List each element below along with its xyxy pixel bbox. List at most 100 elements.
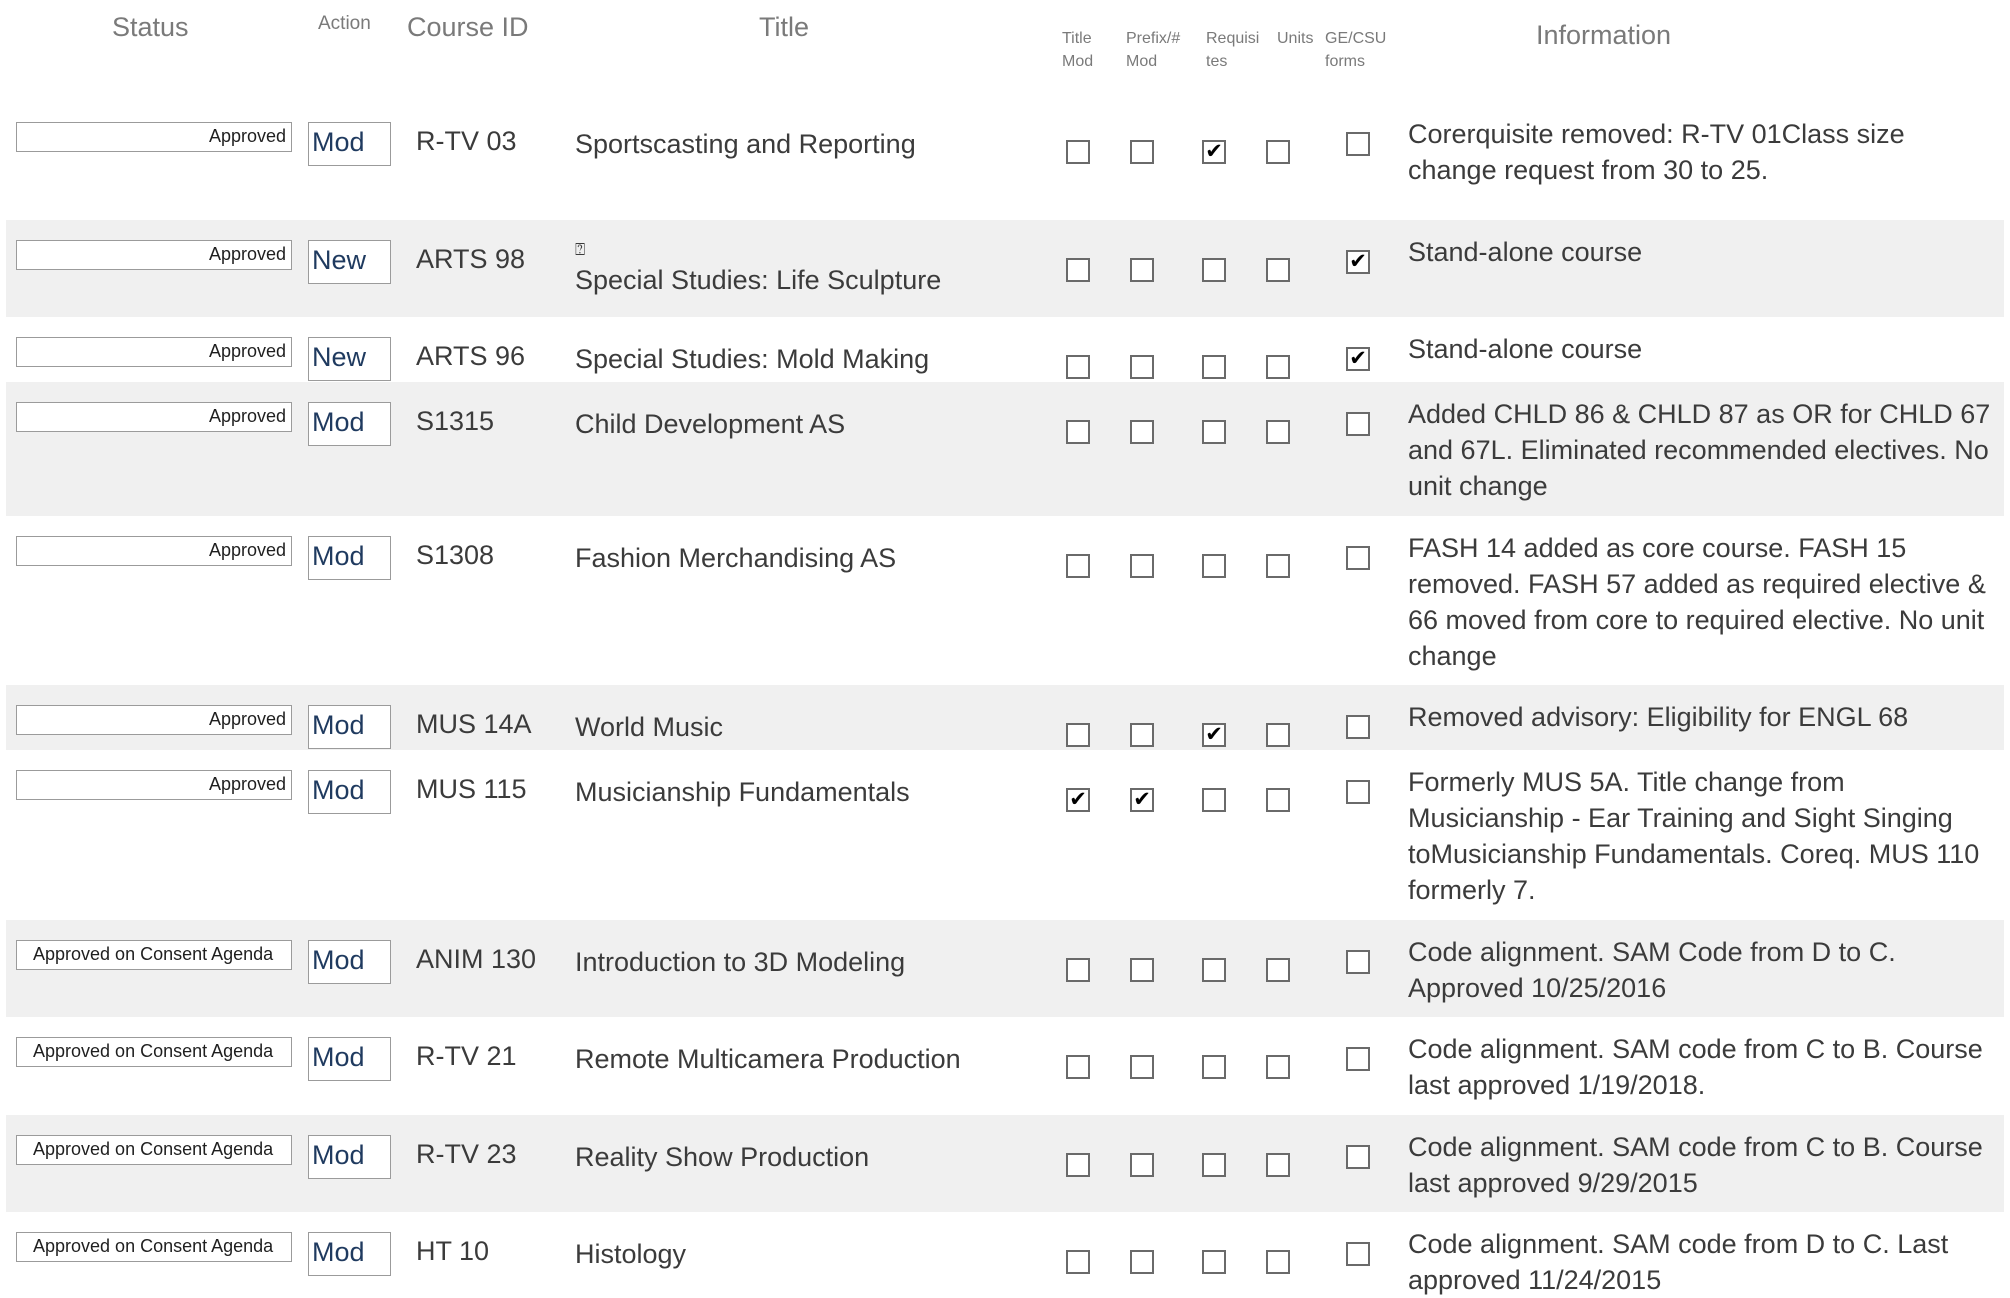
title-mod-checkbox[interactable] <box>1066 1153 1090 1177</box>
units-checkbox[interactable] <box>1266 554 1290 578</box>
requisites-checkbox[interactable] <box>1202 1055 1226 1079</box>
units-checkbox[interactable] <box>1266 420 1290 444</box>
ge-csu-forms-checkbox[interactable] <box>1346 1047 1370 1071</box>
status-field[interactable]: Approved <box>16 536 292 566</box>
title-mod-checkbox[interactable] <box>1066 258 1090 282</box>
prefix-mod-checkbox[interactable] <box>1130 723 1154 747</box>
action-field[interactable]: New <box>308 337 391 381</box>
action-field[interactable]: Mod <box>308 536 391 580</box>
course-id: S1308 <box>416 540 495 570</box>
course-title-cell: Special Studies: Mold Making <box>575 341 929 377</box>
prefix-mod-checkbox[interactable] <box>1130 958 1154 982</box>
units-checkbox[interactable] <box>1266 258 1290 282</box>
prefix-mod-checkbox[interactable] <box>1130 1055 1154 1079</box>
requisites-checkbox[interactable] <box>1202 788 1226 812</box>
status-field[interactable]: Approved on Consent Agenda <box>16 940 292 970</box>
information-text: Code alignment. SAM code from D to C. La… <box>1408 1229 1949 1295</box>
course-title-cell: Sportscasting and Reporting <box>575 126 916 162</box>
ge-csu-forms-checkbox[interactable] <box>1346 950 1370 974</box>
course-title: Special Studies: Mold Making <box>575 344 930 374</box>
units-checkbox[interactable] <box>1266 788 1290 812</box>
units-checkbox[interactable] <box>1266 1153 1290 1177</box>
requisites-checkbox[interactable] <box>1202 1153 1226 1177</box>
requisites-checkbox[interactable] <box>1202 958 1226 982</box>
table-row: Approved on Consent Agenda Mod R-TV 21 Remo… <box>6 1017 2004 1115</box>
status-field[interactable]: Approved <box>16 240 292 270</box>
course-id: ARTS 98 <box>416 244 526 274</box>
status-field[interactable]: Approved on Consent Agenda <box>16 1232 292 1262</box>
ge-csu-forms-checkbox[interactable] <box>1346 1242 1370 1266</box>
requisites-checkbox[interactable] <box>1202 355 1226 379</box>
ge-csu-forms-checkbox[interactable] <box>1346 412 1370 436</box>
units-checkbox[interactable] <box>1266 140 1290 164</box>
action-field[interactable]: Mod <box>308 1232 391 1276</box>
title-mod-checkbox[interactable] <box>1066 1055 1090 1079</box>
checkmark-icon: ✔ <box>1069 788 1087 811</box>
action-field[interactable]: Mod <box>308 1037 391 1081</box>
table-row: Approved Mod MUS 115 Musicianship Fundament… <box>6 750 2004 920</box>
units-checkbox[interactable] <box>1266 1250 1290 1274</box>
course-title: World Music <box>575 712 724 742</box>
status-field[interactable]: Approved <box>16 402 292 432</box>
prefix-mod-checkbox[interactable] <box>1130 258 1154 282</box>
status-field[interactable]: Approved <box>16 337 292 367</box>
ge-csu-forms-checkbox[interactable] <box>1346 546 1370 570</box>
title-mod-checkbox[interactable] <box>1066 958 1090 982</box>
ge-csu-forms-checkbox[interactable] <box>1346 715 1370 739</box>
action-field[interactable]: Mod <box>308 705 391 749</box>
course-title-cell: ⍰ Special Studies: Life Sculpture <box>575 240 941 298</box>
requisites-checkbox[interactable]: ✔ <box>1202 723 1226 747</box>
prefix-mod-checkbox[interactable] <box>1130 355 1154 379</box>
prefix-mod-checkbox[interactable] <box>1130 420 1154 444</box>
prefix-mod-checkbox[interactable] <box>1130 1153 1154 1177</box>
missing-glyph-icon: ⍰ <box>575 240 586 259</box>
prefix-mod-checkbox[interactable] <box>1130 554 1154 578</box>
header-title: Title <box>759 12 810 42</box>
units-checkbox[interactable] <box>1266 1055 1290 1079</box>
prefix-mod-checkbox[interactable]: ✔ <box>1130 788 1154 812</box>
ge-csu-forms-checkbox[interactable]: ✔ <box>1346 347 1370 371</box>
action-field[interactable]: Mod <box>308 402 391 446</box>
action-field[interactable]: Mod <box>308 122 391 166</box>
action-field[interactable]: Mod <box>308 770 391 814</box>
title-mod-checkbox[interactable] <box>1066 420 1090 444</box>
title-mod-checkbox[interactable] <box>1066 140 1090 164</box>
requisites-checkbox[interactable]: ✔ <box>1202 140 1226 164</box>
requisites-checkbox[interactable] <box>1202 258 1226 282</box>
action-field[interactable]: New <box>308 240 391 284</box>
action-field[interactable]: Mod <box>308 1135 391 1179</box>
information-text: Formerly MUS 5A. Title change from Music… <box>1408 767 1980 905</box>
action-field[interactable]: Mod <box>308 940 391 984</box>
prefix-mod-checkbox[interactable] <box>1130 1250 1154 1274</box>
course-id: R-TV 03 <box>416 126 517 156</box>
course-id: MUS 14A <box>416 709 532 739</box>
units-checkbox[interactable] <box>1266 355 1290 379</box>
status-field[interactable]: Approved on Consent Agenda <box>16 1135 292 1165</box>
ge-csu-forms-checkbox[interactable] <box>1346 780 1370 804</box>
title-mod-checkbox[interactable]: ✔ <box>1066 788 1090 812</box>
requisites-checkbox[interactable] <box>1202 1250 1226 1274</box>
header-title-mod: Title Mod <box>1062 30 1094 70</box>
title-mod-checkbox[interactable] <box>1066 1250 1090 1274</box>
table-row: Approved on Consent Agenda Mod R-TV 23 Real… <box>6 1115 2004 1212</box>
course-title: Sportscasting and Reporting <box>575 129 916 159</box>
ge-csu-forms-checkbox[interactable]: ✔ <box>1346 250 1370 274</box>
requisites-checkbox[interactable] <box>1202 420 1226 444</box>
course-title: Introduction to 3D Modeling <box>575 947 906 977</box>
ge-csu-forms-checkbox[interactable] <box>1346 132 1370 156</box>
table-row: Approved Mod R-TV 03 Sportscasting and Repo… <box>6 102 2004 220</box>
status-field[interactable]: Approved <box>16 122 292 152</box>
title-mod-checkbox[interactable] <box>1066 723 1090 747</box>
checkmark-icon: ✔ <box>1205 723 1223 746</box>
title-mod-checkbox[interactable] <box>1066 554 1090 578</box>
status-field[interactable]: Approved <box>16 770 292 800</box>
title-mod-checkbox[interactable] <box>1066 355 1090 379</box>
units-checkbox[interactable] <box>1266 723 1290 747</box>
course-title-cell: Musicianship Fundamentals <box>575 774 910 810</box>
status-field[interactable]: Approved <box>16 705 292 735</box>
requisites-checkbox[interactable] <box>1202 554 1226 578</box>
ge-csu-forms-checkbox[interactable] <box>1346 1145 1370 1169</box>
status-field[interactable]: Approved on Consent Agenda <box>16 1037 292 1067</box>
units-checkbox[interactable] <box>1266 958 1290 982</box>
prefix-mod-checkbox[interactable] <box>1130 140 1154 164</box>
